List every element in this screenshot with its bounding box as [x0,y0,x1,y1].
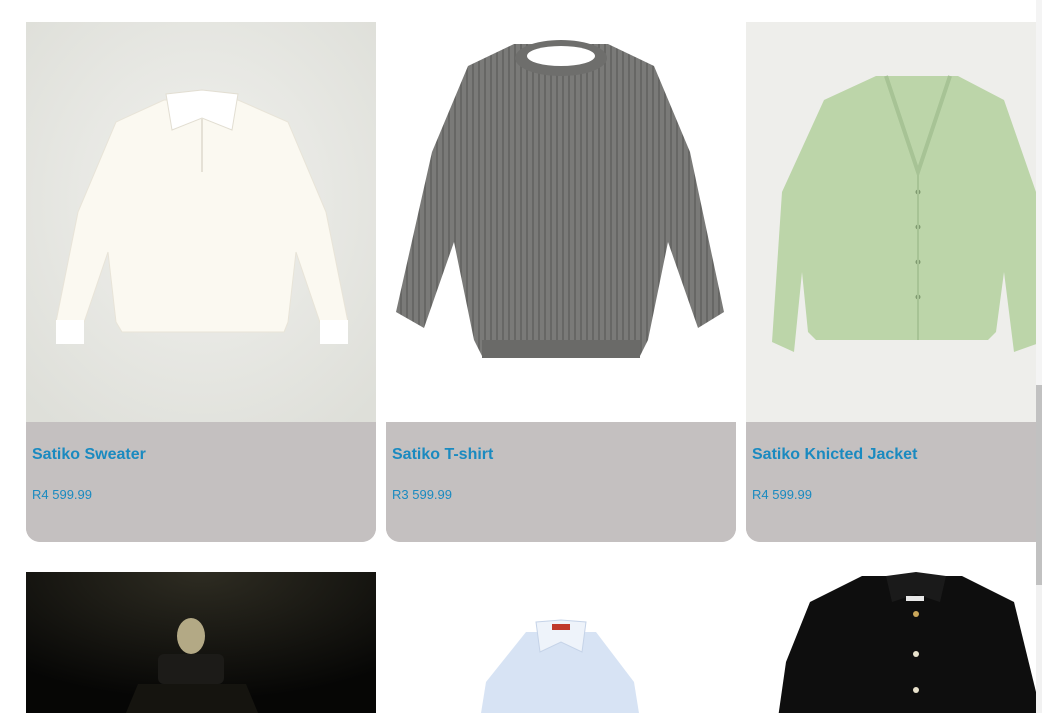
vertical-scrollbar[interactable] [1036,0,1042,713]
product-card[interactable]: Satiko Knicted Jacket R4 599.99 [746,22,1042,542]
product-card[interactable] [746,572,1036,713]
grey-knit-sweater-image[interactable] [386,22,736,422]
product-name[interactable]: Satiko Knicted Jacket [752,446,917,464]
product-card[interactable]: Satiko T-shirt R3 599.99 [386,22,736,542]
white-shirt-image[interactable] [386,572,736,713]
product-card[interactable]: Satiko Sweater R4 599.99 [26,22,376,542]
scrollbar-thumb[interactable] [1036,385,1042,585]
white-polo-sweater-image[interactable] [26,22,376,422]
product-info: Satiko Knicted Jacket R4 599.99 [746,422,1042,542]
scrollbar-track [1036,0,1042,385]
product-info: Satiko Sweater R4 599.99 [26,422,376,542]
product-name[interactable]: Satiko Sweater [32,446,146,464]
product-card[interactable] [26,572,376,713]
product-grid-viewport: Satiko Sweater R4 599.99 Satiko T-shirt … [0,0,1042,713]
product-price: R4 599.99 [32,487,92,502]
dark-mannequin-image[interactable] [26,572,376,713]
green-cardigan-image[interactable] [746,22,1042,422]
product-card[interactable] [386,572,736,713]
product-price: R4 599.99 [752,487,812,502]
product-price: R3 599.99 [392,487,452,502]
product-info: Satiko T-shirt R3 599.99 [386,422,736,542]
black-shirt-image[interactable] [746,572,1036,713]
page-top-strip [0,0,1036,22]
product-name[interactable]: Satiko T-shirt [392,446,493,464]
